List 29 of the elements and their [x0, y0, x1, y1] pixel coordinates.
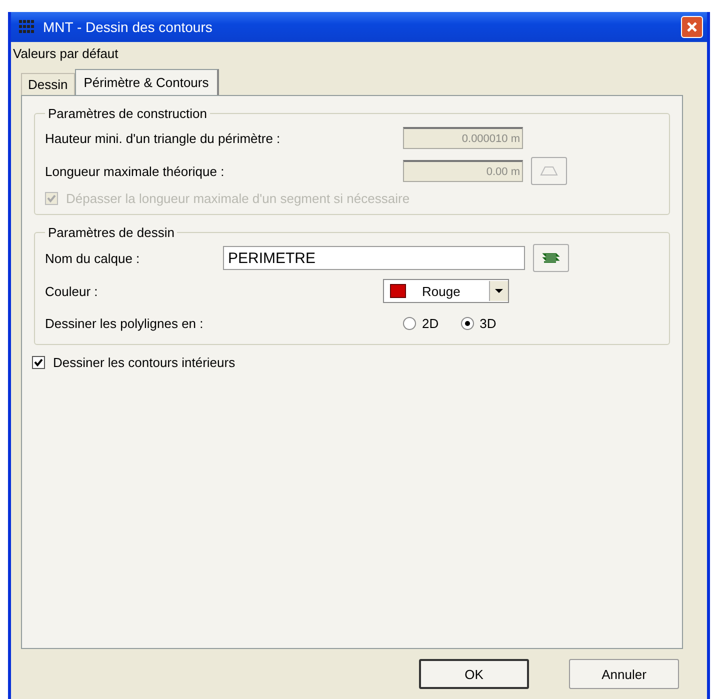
- close-icon: [686, 21, 698, 33]
- field-label: Nom du calque :: [45, 250, 141, 266]
- checkbox-label: Dessiner les contours intérieurs: [53, 355, 236, 370]
- group-title: Paramètres de construction: [47, 106, 208, 121]
- field-label: Longueur maximale théorique :: [45, 164, 226, 178]
- checkbox-label: Dépasser la longueur maximale d'un segment si nécessaire: [66, 191, 410, 206]
- checkbox[interactable]: [32, 356, 45, 369]
- tab[interactable]: Dessin: [21, 73, 75, 95]
- caret-icon: [495, 288, 503, 294]
- window-title: MNT - Dessin des contours: [43, 19, 212, 35]
- layers-icon: [542, 251, 560, 265]
- menu-item[interactable]: Valeurs par défaut: [13, 46, 118, 61]
- radio-label: 2D: [422, 316, 439, 330]
- tab[interactable]: Périmètre & Contours: [74, 69, 219, 95]
- cancel-button[interactable]: Annuler: [569, 659, 679, 689]
- color-dropdown[interactable]: Rouge: [383, 279, 509, 303]
- radio-button[interactable]: [460, 316, 474, 330]
- radio-label: 3D: [480, 316, 496, 330]
- trapezoid-icon: [540, 165, 558, 177]
- close-button[interactable]: [681, 16, 703, 38]
- field-label: Dessiner les polylignes en :: [45, 316, 204, 330]
- input-field[interactable]: PERIMETRE: [223, 246, 525, 270]
- grid-icon: [19, 20, 35, 34]
- layers-button[interactable]: [533, 244, 569, 272]
- group-title: Paramètres de dessin: [47, 225, 176, 240]
- field-label: Hauteur mini. d'un triangle du périmètre :: [45, 130, 282, 146]
- field-label: Couleur :: [45, 284, 99, 298]
- radio-button[interactable]: [403, 316, 416, 330]
- ok-button[interactable]: OK: [419, 659, 529, 689]
